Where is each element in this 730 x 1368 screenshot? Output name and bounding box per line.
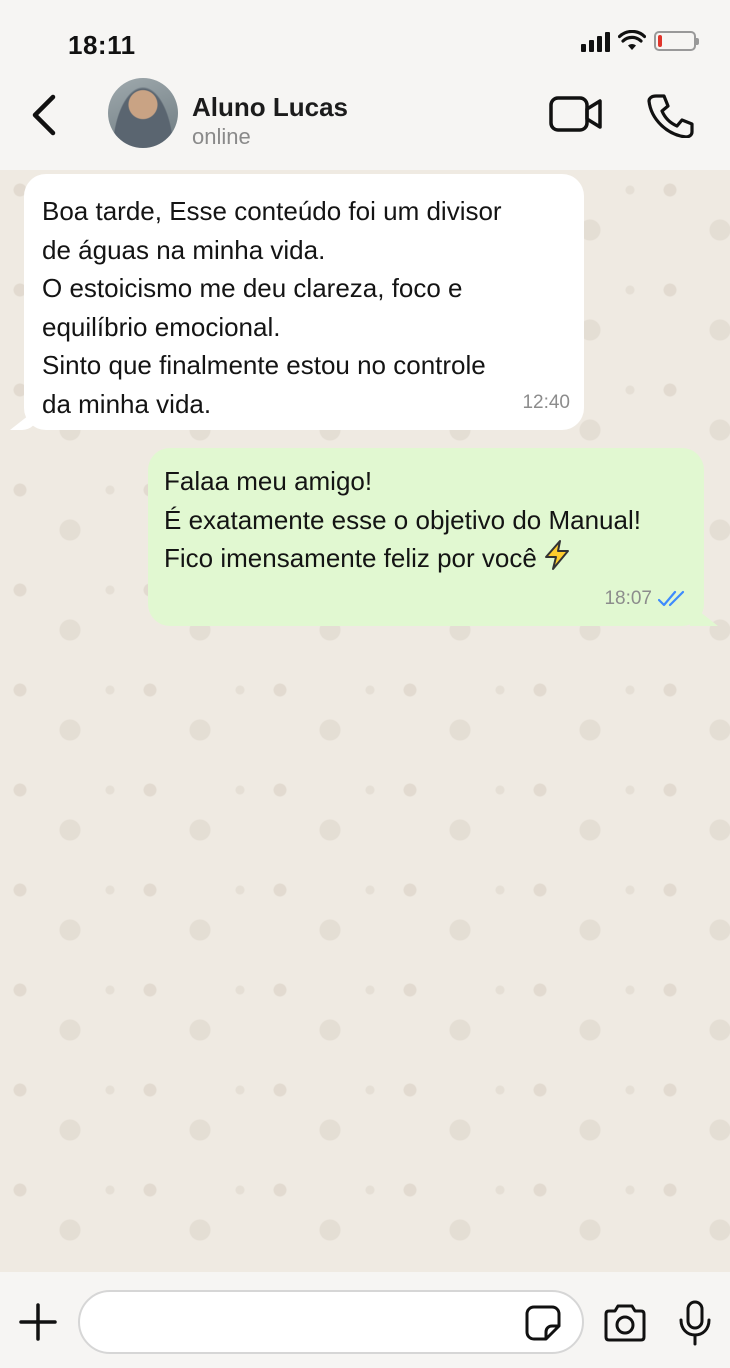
chevron-left-icon [32,94,56,136]
message-line: É exatamente esse o objetivo do Manual! [164,504,641,535]
chat-header: Aluno Lucas online [0,78,730,170]
battery-icon [654,31,699,51]
message-time: 18:07 [604,587,652,609]
message-line-with-emoji: Fico imensamente feliz por você [164,539,688,578]
chat-area[interactable]: Boa tarde, Esse conteúdo foi um divisor … [0,170,730,1272]
status-time: 18:11 [68,30,136,60]
microphone-icon [679,1300,711,1346]
message-line: da minha vida. [42,388,212,419]
outgoing-message[interactable]: Falaa meu amigo! É exatamente esse o obj… [148,448,704,626]
message-meta: 18:07 [604,580,688,619]
contact-name[interactable]: Aluno Lucas [192,92,348,123]
lightning-bolt-icon [544,540,569,570]
camera-button[interactable] [602,1304,648,1342]
contact-avatar[interactable] [108,78,178,148]
sticker-button[interactable] [524,1304,562,1342]
video-call-button[interactable] [548,94,604,134]
microphone-button[interactable] [678,1300,712,1346]
contact-status: online [192,124,251,149]
message-line: de águas na minha vida. [42,234,326,265]
status-icons [581,30,699,52]
battery-level [658,35,662,47]
message-line: Falaa meu amigo! [164,466,373,496]
sticker-icon [525,1305,561,1341]
message-line: Sinto que finalmente estou no controle [42,350,486,380]
double-check-icon [658,590,685,606]
signal-icon [581,30,610,52]
plus-icon [19,1303,57,1341]
message-time: 12:40 [522,391,570,413]
phone-icon [647,94,694,139]
message-line: equilíbrio emocional. [42,311,281,342]
composer-bar [0,1272,730,1368]
video-camera-icon [549,96,602,132]
status-bar: 18:11 [0,0,730,80]
message-line: Fico imensamente feliz por você [164,543,537,573]
wifi-icon [618,30,646,50]
message-line: Boa tarde, Esse conteúdo foi um divisor [42,196,502,226]
incoming-message[interactable]: Boa tarde, Esse conteúdo foi um divisor … [24,174,584,430]
camera-icon [604,1304,646,1342]
back-button[interactable] [24,92,64,138]
message-input[interactable] [78,1290,584,1354]
voice-call-button[interactable] [646,92,694,139]
attach-button[interactable] [18,1302,58,1342]
message-line: O estoicismo me deu clareza, foco e [42,273,463,303]
